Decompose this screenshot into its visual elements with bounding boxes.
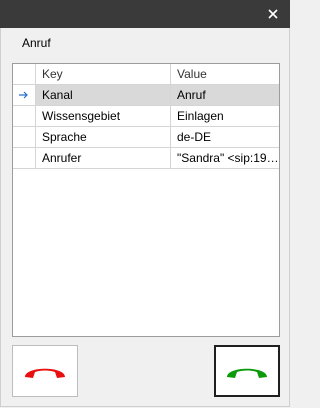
row-key[interactable]: Kanal: [36, 85, 171, 106]
row-key[interactable]: Sprache: [36, 127, 171, 148]
column-header-key[interactable]: Key: [36, 64, 171, 85]
row-value[interactable]: Anruf: [171, 85, 279, 106]
table-row[interactable]: Wissensgebiet Einlagen: [13, 106, 279, 127]
phone-hangup-icon: [25, 368, 65, 378]
table-row[interactable]: Sprache de-DE: [13, 127, 279, 148]
row-key[interactable]: Wissensgebiet: [36, 106, 171, 127]
phone-answer-icon: [227, 368, 267, 378]
arrow-right-icon: [19, 91, 28, 99]
table-row[interactable]: Kanal Anruf: [13, 85, 279, 106]
close-button[interactable]: [264, 5, 282, 23]
title-bar: [0, 0, 290, 28]
answer-button[interactable]: [214, 345, 280, 397]
dialog-label: Anruf: [22, 36, 51, 50]
row-indicator-cell: [13, 106, 36, 127]
row-key[interactable]: Anrufer: [36, 148, 171, 169]
close-icon: [268, 9, 278, 19]
grid-header-row: Key Value: [13, 64, 279, 85]
header-indicator-cell: [13, 64, 36, 85]
properties-grid[interactable]: Key Value Kanal Anruf Wissensgebiet Einl…: [12, 63, 280, 337]
column-header-value[interactable]: Value: [171, 64, 279, 85]
row-value[interactable]: Einlagen: [171, 106, 279, 127]
row-indicator-cell: [13, 127, 36, 148]
hangup-button[interactable]: [12, 345, 78, 397]
row-value[interactable]: "Sandra" <sip:19@S...: [171, 148, 279, 169]
row-indicator-cell: [13, 148, 36, 169]
table-row[interactable]: Anrufer "Sandra" <sip:19@S...: [13, 148, 279, 169]
row-value[interactable]: de-DE: [171, 127, 279, 148]
row-indicator-cell: [13, 85, 36, 106]
